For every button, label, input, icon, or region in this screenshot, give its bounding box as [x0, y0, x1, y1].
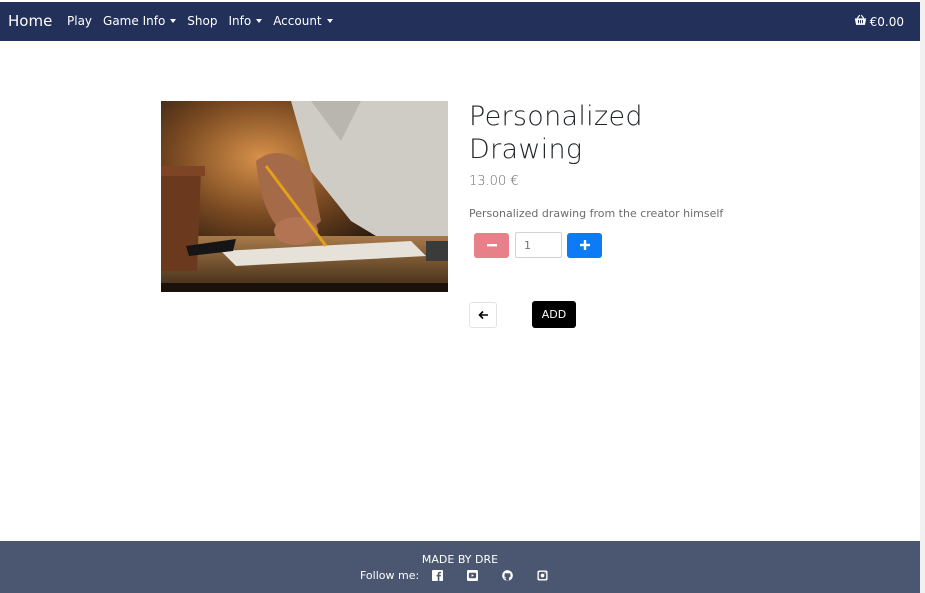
top-navbar: Home Play Game Info Shop Info Account €0…: [0, 2, 920, 41]
page-edge: [920, 0, 925, 593]
nav-link-label: Info: [228, 14, 252, 28]
product-image: [161, 101, 448, 292]
footer: MADE BY DRE Follow me:: [0, 541, 920, 593]
increase-quantity-button[interactable]: [567, 232, 602, 258]
nav-link-info[interactable]: Info: [228, 14, 263, 28]
cart-link[interactable]: €0.00: [854, 14, 904, 29]
nav-link-shop[interactable]: Shop: [187, 14, 217, 28]
nav-link-label: Shop: [187, 14, 218, 28]
follow-label: Follow me:: [360, 569, 420, 582]
nav-home-link[interactable]: Home: [8, 12, 52, 30]
nav-link-account[interactable]: Account: [273, 14, 333, 28]
decrease-quantity-button[interactable]: [474, 232, 509, 258]
social-links: [431, 570, 571, 582]
caret-down-icon: [326, 19, 333, 23]
arrow-left-icon: [477, 310, 488, 320]
footer-credit: MADE BY DRE: [421, 553, 499, 566]
github-icon[interactable]: [501, 570, 513, 582]
product-title: Personalized Drawing: [469, 101, 643, 165]
product-description: Personalized drawing from the creator hi…: [469, 207, 724, 220]
quantity-stepper: [474, 232, 602, 258]
cart-total: €0.00: [869, 14, 904, 29]
product-price: 13.00 €: [469, 174, 519, 189]
nav-link-play[interactable]: Play: [67, 14, 92, 28]
instagram-icon[interactable]: [536, 570, 548, 582]
youtube-icon[interactable]: [466, 570, 478, 582]
facebook-icon[interactable]: [431, 570, 443, 582]
plus-icon: [579, 240, 590, 250]
nav-links: Play Game Info Shop Info Account: [67, 14, 333, 28]
back-button[interactable]: [469, 302, 497, 328]
minus-icon: [486, 244, 497, 247]
nav-link-label: Account: [273, 14, 322, 28]
nav-link-label: Game Info: [103, 14, 166, 28]
quantity-input[interactable]: [515, 232, 562, 258]
add-to-cart-button[interactable]: ADD: [532, 301, 576, 328]
footer-follow: Follow me:: [360, 569, 571, 582]
caret-down-icon: [256, 19, 263, 23]
basket-icon: [854, 14, 867, 29]
nav-link-game-info[interactable]: Game Info: [103, 14, 177, 28]
nav-link-label: Play: [67, 14, 93, 28]
caret-down-icon: [170, 19, 177, 23]
